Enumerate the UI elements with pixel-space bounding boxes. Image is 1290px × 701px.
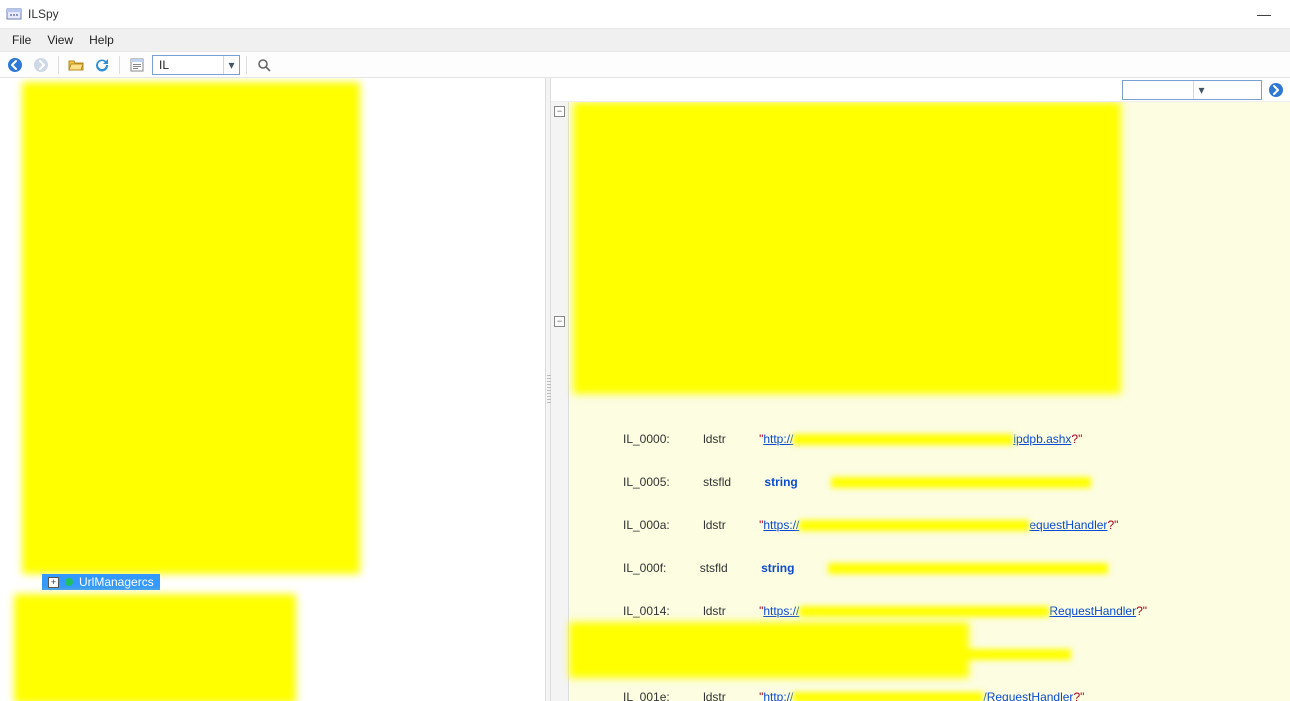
il-op: ldstr	[703, 432, 726, 447]
il-quote: ?"	[1107, 518, 1118, 533]
il-addr: IL_0005:	[623, 475, 670, 490]
fold-icon[interactable]: −	[554, 316, 565, 327]
refresh-button[interactable]	[91, 54, 113, 76]
dot-icon	[65, 578, 73, 586]
il-line: IL_0014: ldstr "https://RequestHandler?"	[591, 604, 1171, 619]
toolbar-separator	[246, 56, 247, 74]
title-bar: ILSpy —	[0, 0, 1290, 28]
il-url[interactable]: http://	[763, 432, 793, 447]
language-combo-text: IL	[153, 58, 223, 72]
chevron-down-icon: ▾	[1193, 81, 1209, 99]
il-line: IL_000f: stsfld string	[591, 561, 1171, 576]
nav-forward-button[interactable]	[30, 54, 52, 76]
il-addr: IL_000a:	[623, 518, 670, 533]
il-addr: IL_001e:	[623, 690, 670, 701]
il-addr: IL_000f:	[623, 561, 666, 576]
search-button[interactable]	[253, 54, 275, 76]
workspace: + UrlManagercs ▾ − −	[0, 78, 1290, 701]
il-line: IL_000a: ldstr "https://equestHandler?"	[591, 518, 1171, 533]
il-op: stsfld	[703, 475, 731, 490]
il-addr: IL_0000:	[623, 432, 670, 447]
app-icon	[6, 6, 22, 22]
toolbar-separator	[119, 56, 120, 74]
code-area[interactable]: − − IL_0000: ldstr "http://ipdpb.ashx?" …	[551, 102, 1290, 701]
il-url[interactable]: RequestHandler	[1049, 604, 1136, 619]
menu-bar: File View Help	[0, 28, 1290, 52]
il-line: IL_0000: ldstr "http://ipdpb.ashx?"	[591, 432, 1171, 447]
il-url[interactable]: https://	[763, 518, 799, 533]
right-toolbar: ▾	[551, 78, 1290, 102]
properties-button[interactable]	[126, 54, 148, 76]
tree-selected-row[interactable]: + UrlManagercs	[42, 574, 160, 590]
il-url[interactable]: equestHandler	[1029, 518, 1107, 533]
redacted-region	[14, 594, 296, 701]
open-button[interactable]	[65, 54, 87, 76]
il-keyword: string	[764, 475, 797, 490]
go-button[interactable]	[1266, 80, 1286, 100]
tree-pane[interactable]: + UrlManagercs	[0, 78, 545, 701]
il-op: ldstr	[703, 604, 726, 619]
language-combo[interactable]: IL ▾	[152, 55, 240, 75]
type-combo[interactable]: ▾	[1122, 80, 1262, 100]
redacted-inline	[793, 434, 1013, 445]
minimize-button[interactable]: —	[1244, 6, 1284, 22]
redacted-inline	[793, 692, 983, 701]
toolbar: IL ▾	[0, 52, 1290, 78]
il-url[interactable]: ipdpb.ashx	[1013, 432, 1071, 447]
redacted-region	[569, 622, 969, 678]
toolbar-separator	[58, 56, 59, 74]
redacted-inline	[799, 520, 1029, 531]
il-quote: ?"	[1136, 604, 1147, 619]
chevron-down-icon: ▾	[223, 56, 239, 74]
redacted-inline	[831, 477, 1091, 488]
window-title: ILSpy	[28, 7, 59, 21]
il-keyword: string	[761, 561, 794, 576]
menu-help[interactable]: Help	[81, 33, 122, 47]
il-line: IL_0005: stsfld string	[591, 475, 1171, 490]
il-url[interactable]: https://	[763, 604, 799, 619]
il-url[interactable]: /RequestHandler	[983, 690, 1073, 701]
il-url[interactable]: http://	[763, 690, 793, 701]
redacted-inline	[799, 606, 1049, 617]
menu-file[interactable]: File	[4, 33, 39, 47]
tree-item-label: UrlManagercs	[79, 575, 154, 589]
il-line: IL_001e: ldstr "http:///RequestHandler?"	[591, 690, 1171, 701]
code-pane: ▾ − − IL_0000: ldstr "http://ipdpb.ashx?…	[551, 78, 1290, 701]
redacted-inline	[828, 563, 1108, 574]
menu-view[interactable]: View	[39, 33, 81, 47]
fold-icon[interactable]: −	[554, 106, 565, 117]
il-quote: ?"	[1071, 432, 1082, 447]
il-op: ldstr	[703, 690, 726, 701]
code-gutter: − −	[551, 102, 569, 701]
il-addr: IL_0014:	[623, 604, 670, 619]
redacted-region	[22, 82, 360, 574]
nav-back-button[interactable]	[4, 54, 26, 76]
il-op: ldstr	[703, 518, 726, 533]
il-quote: ?"	[1073, 690, 1084, 701]
il-op: stsfld	[700, 561, 728, 576]
redacted-region	[573, 102, 1121, 394]
expand-icon[interactable]: +	[48, 577, 59, 588]
